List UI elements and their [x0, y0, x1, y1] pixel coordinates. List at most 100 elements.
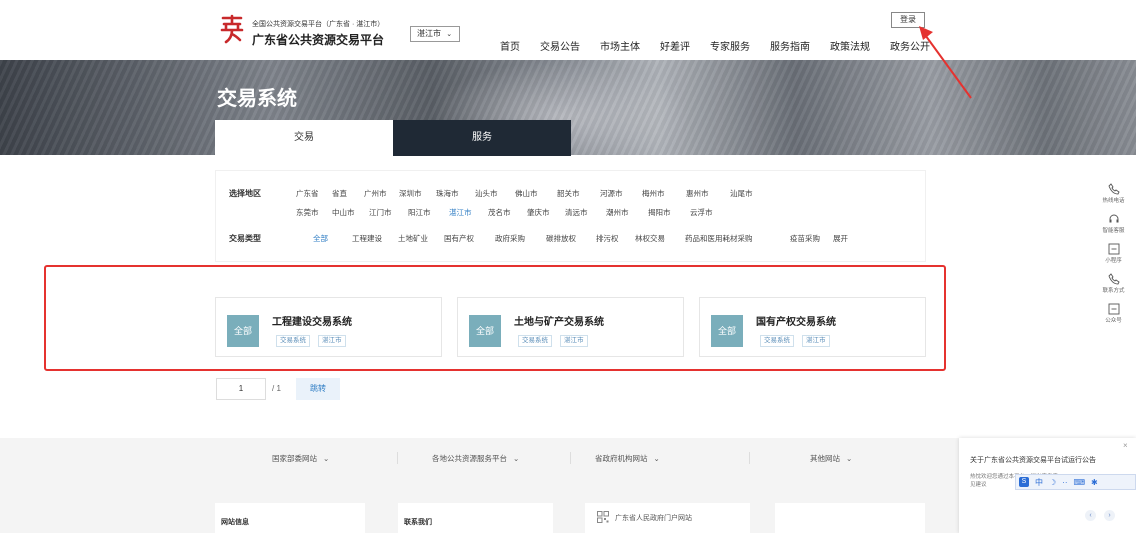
footer-link-local-platforms[interactable]: 各地公共资源服务平台 ⌄ — [432, 453, 519, 464]
side-item-hotline[interactable]: 热线电话 — [1097, 183, 1130, 204]
region-option[interactable]: 东莞市 — [296, 207, 319, 218]
region-option[interactable]: 梅州市 — [642, 188, 665, 199]
footer-box-title: 广东省人民政府门户网站 — [615, 515, 692, 522]
nav-service-guide[interactable]: 服务指南 — [770, 38, 810, 53]
site-title[interactable]: 广东省公共资源交易平台 — [252, 31, 384, 48]
nav-market-entities[interactable]: 市场主体 — [600, 38, 640, 53]
close-icon[interactable]: × — [1123, 441, 1128, 450]
region-option[interactable]: 肇庆市 — [527, 207, 550, 218]
side-item-label: 联系方式 — [1102, 288, 1125, 294]
tab-services[interactable]: 服务 — [393, 120, 571, 156]
footer-box-empty — [775, 503, 925, 533]
region-option[interactable]: 汕头市 — [475, 188, 498, 199]
region-option[interactable]: 云浮市 — [690, 207, 713, 218]
chevron-down-icon: ⌄ — [446, 31, 453, 38]
region-option[interactable]: 佛山市 — [515, 188, 538, 199]
type-option[interactable]: 排污权 — [596, 233, 619, 244]
region-option[interactable]: 茂名市 — [488, 207, 511, 218]
moon-icon[interactable]: ☽ — [1049, 478, 1056, 487]
region-option[interactable]: 潮州市 — [606, 207, 629, 218]
footer-link-provincial-agencies[interactable]: 省政府机构网站 ⌄ — [595, 453, 660, 464]
type-option[interactable]: 碳排放权 — [546, 233, 576, 244]
side-item-contact[interactable]: 联系方式 — [1097, 273, 1130, 294]
nav-policies[interactable]: 政策法规 — [830, 38, 870, 53]
nav-home[interactable]: 首页 — [500, 38, 520, 53]
card-title[interactable]: 工程建设交易系统 — [272, 313, 352, 328]
side-item-label: 公众号 — [1105, 318, 1122, 324]
region-option[interactable]: 韶关市 — [557, 188, 580, 199]
footer-link-label: 各地公共资源服务平台 — [432, 454, 507, 463]
keyboard-icon[interactable]: ⌨ — [1074, 478, 1086, 487]
ime-logo-icon[interactable]: S — [1019, 477, 1029, 487]
card-tag: 交易系统 — [760, 335, 794, 347]
qr-code-icon — [597, 511, 609, 523]
arrow-annotation-icon — [919, 26, 972, 99]
footer-link-other[interactable]: 其他网站 ⌄ — [810, 453, 852, 464]
region-option-selected[interactable]: 湛江市 — [449, 207, 472, 218]
footer-box-title: 网站信息 — [221, 519, 249, 526]
city-select[interactable]: 湛江市 ⌄ — [410, 26, 460, 42]
region-option[interactable]: 江门市 — [369, 207, 392, 218]
region-option[interactable]: 珠海市 — [436, 188, 459, 199]
system-card[interactable]: 全部 工程建设交易系统 交易系统 湛江市 — [215, 297, 442, 357]
chevron-down-icon: ⌄ — [653, 454, 660, 463]
type-option[interactable]: 药品和医用耗材采购 — [685, 233, 753, 244]
type-option-selected[interactable]: 全部 — [313, 233, 328, 244]
region-option[interactable]: 广州市 — [364, 188, 387, 199]
region-option[interactable]: 惠州市 — [686, 188, 709, 199]
side-item-official-account[interactable]: 公众号 — [1097, 303, 1130, 324]
page: 全国公共资源交易平台（广东省 · 湛江市） 广东省公共资源交易平台 湛江市 ⌄ … — [0, 0, 1136, 533]
footer-link-label: 其他网站 — [810, 454, 840, 463]
region-option[interactable]: 阳江市 — [408, 207, 431, 218]
region-option[interactable]: 省直 — [332, 188, 347, 199]
divider — [397, 452, 398, 464]
footer-link-ministries[interactable]: 国家部委网站 ⌄ — [272, 453, 329, 464]
type-option[interactable]: 林权交易 — [635, 233, 665, 244]
card-title[interactable]: 国有产权交易系统 — [756, 313, 836, 328]
system-card[interactable]: 全部 土地与矿产交易系统 交易系统 湛江市 — [457, 297, 684, 357]
region-option[interactable]: 清远市 — [565, 207, 588, 218]
ime-punctuation[interactable]: ·· — [1062, 478, 1067, 487]
footer-box-site-info: 网站信息 — [215, 503, 365, 533]
nav-announcements[interactable]: 交易公告 — [540, 38, 580, 53]
type-option[interactable]: 工程建设 — [352, 233, 382, 244]
page-number-input[interactable]: 1 — [216, 378, 266, 400]
card-tag: 交易系统 — [518, 335, 552, 347]
type-option[interactable]: 土地矿业 — [398, 233, 428, 244]
card-tag: 湛江市 — [802, 335, 830, 347]
chevron-down-icon: ⌄ — [323, 454, 330, 463]
ime-settings-icon[interactable]: ✱ — [1091, 478, 1098, 487]
region-option[interactable]: 中山市 — [332, 207, 355, 218]
region-option[interactable]: 广东省 — [296, 188, 319, 199]
footer-link-label: 国家部委网站 — [272, 454, 317, 463]
tab-trading[interactable]: 交易 — [215, 120, 393, 156]
chevron-down-icon: ⌄ — [846, 454, 853, 463]
footer-link-label: 省政府机构网站 — [595, 454, 648, 463]
ime-chinese-mode[interactable]: 中 — [1035, 477, 1043, 488]
nav-ratings[interactable]: 好差评 — [660, 38, 690, 53]
type-option[interactable]: 国有产权 — [444, 233, 474, 244]
nav-expert-services[interactable]: 专家服务 — [710, 38, 750, 53]
side-item-label: 智能客服 — [1102, 228, 1125, 234]
phone-icon — [1107, 273, 1120, 285]
region-option[interactable]: 汕尾市 — [730, 188, 753, 199]
chevron-left-icon[interactable]: ‹ — [1085, 510, 1096, 521]
divider — [749, 452, 750, 464]
side-item-label: 小程序 — [1105, 258, 1122, 264]
type-option[interactable]: 政府采购 — [495, 233, 525, 244]
card-badge: 全部 — [711, 315, 743, 347]
page-title: 交易系统 — [217, 88, 297, 110]
side-item-miniprogram[interactable]: 小程序 — [1097, 243, 1130, 264]
region-option[interactable]: 揭阳市 — [648, 207, 671, 218]
card-title[interactable]: 土地与矿产交易系统 — [514, 313, 604, 328]
type-option[interactable]: 疫苗采购 — [790, 233, 820, 244]
region-option[interactable]: 深圳市 — [399, 188, 422, 199]
jump-button[interactable]: 跳转 — [296, 378, 340, 400]
expand-button[interactable]: 展开 — [833, 233, 848, 244]
region-option[interactable]: 河源市 — [600, 188, 623, 199]
footer-box-gov-portal[interactable]: 广东省人民政府门户网站 — [585, 503, 750, 533]
notice-title[interactable]: 关于广东省公共资源交易平台试运行公告 — [970, 455, 1096, 465]
chevron-right-icon[interactable]: › — [1104, 510, 1115, 521]
side-item-chatbot[interactable]: 智能客服 — [1097, 213, 1130, 234]
system-card[interactable]: 全部 国有产权交易系统 交易系统 湛江市 — [699, 297, 926, 357]
